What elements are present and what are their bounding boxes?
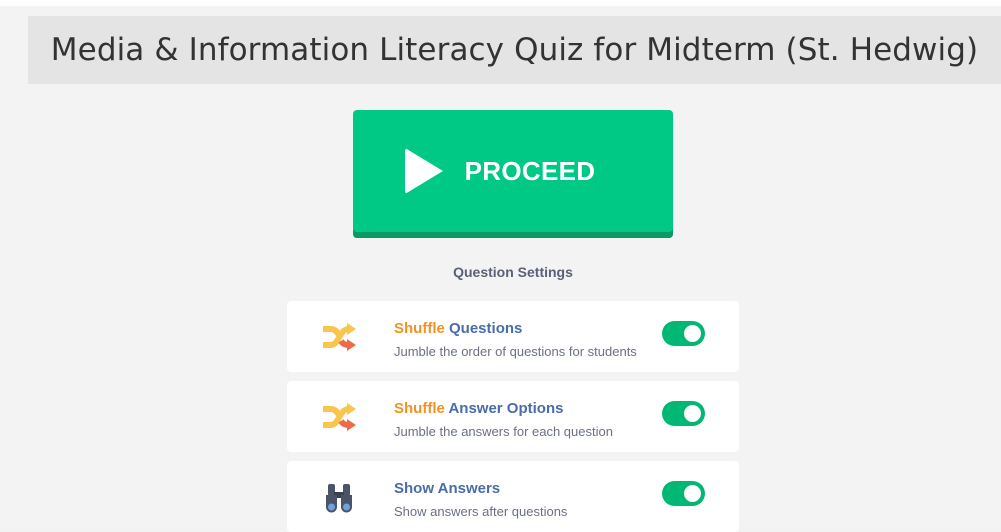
proceed-label: PROCEED	[464, 155, 596, 186]
quiz-title-bar: Media & Information Literacy Quiz for Mi…	[28, 16, 1001, 84]
toggle-knob	[684, 405, 701, 422]
shuffle-questions-toggle[interactable]	[662, 321, 705, 346]
proceed-button[interactable]: PROCEED	[353, 110, 673, 238]
setting-title-rest: Show Answers	[394, 480, 501, 497]
setting-description: Jumble the answers for each question	[394, 424, 613, 439]
setting-show-answers: Show Answers Show answers after question…	[287, 461, 739, 532]
setting-title-accent: Shuffle	[394, 400, 445, 417]
shuffle-icon	[323, 323, 356, 351]
setting-title: Shuffle Answer Options	[394, 400, 563, 417]
setting-title-rest: Questions	[444, 320, 523, 337]
toggle-knob	[684, 485, 701, 502]
setting-title: Show Answers	[394, 480, 500, 497]
shuffle-icon	[323, 403, 356, 431]
setting-shuffle-answer-options: Shuffle Answer Options Jumble the answer…	[287, 381, 739, 452]
question-settings-heading: Question Settings	[453, 264, 573, 280]
setting-title: Shuffle Questions	[394, 320, 522, 337]
setting-title-rest: Answer Options	[444, 400, 564, 417]
play-icon	[404, 148, 443, 194]
setting-description: Jumble the order of questions for studen…	[394, 344, 637, 359]
setting-title-accent: Shuffle	[394, 320, 445, 337]
show-answers-toggle[interactable]	[662, 481, 705, 506]
shuffle-answers-toggle[interactable]	[662, 401, 705, 426]
binoculars-icon	[326, 484, 352, 513]
setting-description: Show answers after questions	[394, 504, 568, 519]
toggle-knob	[684, 325, 701, 342]
quiz-title: Media & Information Literacy Quiz for Mi…	[50, 32, 979, 68]
setting-shuffle-questions: Shuffle Questions Jumble the order of qu…	[287, 301, 739, 372]
